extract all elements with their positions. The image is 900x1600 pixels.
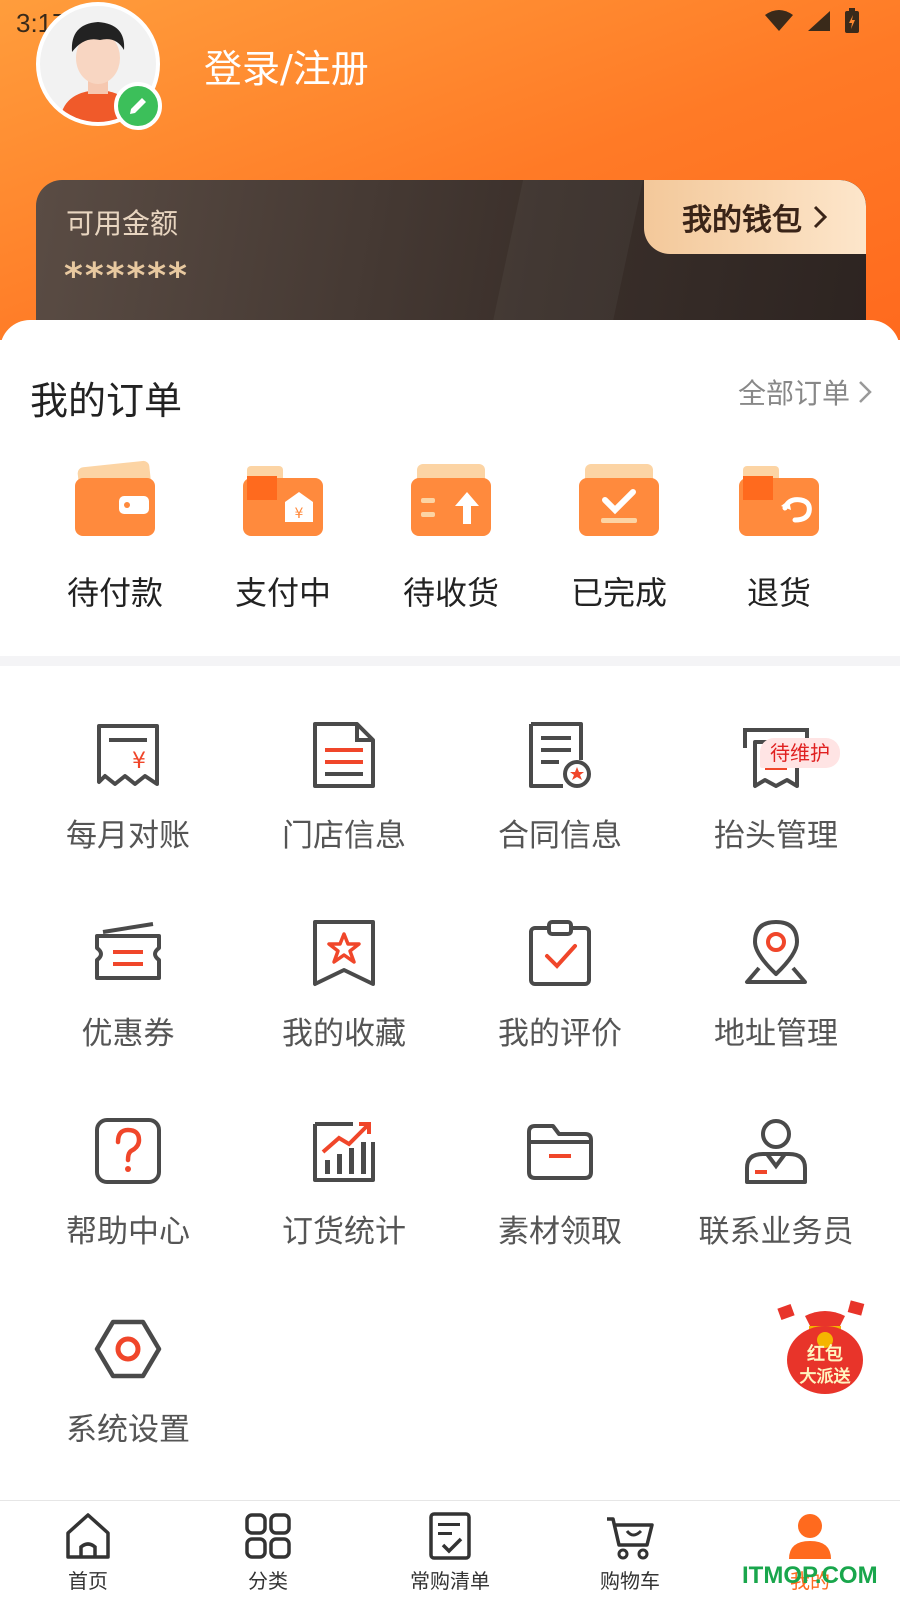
service-label: 订货统计 bbox=[282, 1214, 406, 1250]
order-item-label: 支付中 bbox=[234, 574, 331, 612]
promo-text-line2: 大派送 bbox=[800, 1366, 852, 1387]
payment-folder-icon: ¥ bbox=[243, 466, 323, 536]
material-collection[interactable]: 素材领取 bbox=[452, 1116, 668, 1286]
store-info[interactable]: 门店信息 bbox=[236, 720, 452, 890]
my-reviews[interactable]: 我的评价 bbox=[452, 918, 668, 1088]
receive-icon bbox=[411, 464, 491, 536]
cart-icon bbox=[607, 1517, 654, 1560]
service-label: 抬头管理 bbox=[714, 818, 838, 854]
contract-icon bbox=[529, 722, 591, 788]
favorite-icon bbox=[313, 920, 375, 986]
document-icon bbox=[313, 722, 375, 788]
settings-icon bbox=[94, 1319, 162, 1379]
orders-title: 我的订单 bbox=[30, 379, 183, 423]
coupon-icon bbox=[95, 922, 161, 980]
wallet-decoration bbox=[488, 180, 644, 340]
watermark: ITMOP.COM bbox=[742, 1562, 878, 1589]
order-paying[interactable]: ¥ 支付中 bbox=[198, 460, 368, 614]
order-return[interactable]: 退货 bbox=[694, 460, 864, 614]
service-label: 联系业务员 bbox=[698, 1214, 854, 1250]
service-label: 合同信息 bbox=[498, 818, 622, 854]
wallet-icon bbox=[75, 460, 155, 536]
contract-info[interactable]: 合同信息 bbox=[452, 720, 668, 890]
tab-label: 购物车 bbox=[600, 1569, 660, 1593]
available-balance-label: 可用金额 bbox=[66, 207, 179, 240]
tab-home[interactable]: 首页 bbox=[28, 1511, 148, 1594]
service-label: 系统设置 bbox=[66, 1412, 190, 1448]
coupons[interactable]: 优惠券 bbox=[20, 918, 236, 1088]
receipt-icon: ¥ bbox=[97, 724, 159, 786]
service-label: 帮助中心 bbox=[66, 1214, 190, 1250]
order-completed[interactable]: 已完成 bbox=[534, 460, 704, 614]
all-orders-label: 全部订单 bbox=[737, 377, 850, 410]
service-label: 优惠券 bbox=[81, 1016, 175, 1052]
available-balance-amount: ****** bbox=[64, 256, 189, 297]
user-icon bbox=[789, 1514, 831, 1559]
tab-category[interactable]: 分类 bbox=[208, 1511, 328, 1594]
address-management[interactable]: 地址管理 bbox=[668, 918, 884, 1088]
tab-label: 首页 bbox=[68, 1569, 108, 1593]
stats-icon bbox=[313, 1122, 375, 1182]
my-wallet-button[interactable]: 我的钱包 bbox=[644, 180, 866, 254]
help-center[interactable]: 帮助中心 bbox=[20, 1116, 236, 1286]
folder-icon bbox=[527, 1124, 593, 1180]
list-icon bbox=[429, 1512, 471, 1560]
category-icon bbox=[245, 1513, 291, 1559]
wallet-card: 可用金额 ****** 我的钱包 bbox=[36, 180, 866, 340]
order-statistics[interactable]: 订货统计 bbox=[236, 1116, 452, 1286]
battery-icon bbox=[845, 8, 859, 33]
my-favorites[interactable]: 我的收藏 bbox=[236, 918, 452, 1088]
service-label: 每月对账 bbox=[66, 818, 190, 854]
maintenance-badge: 待维护 bbox=[760, 738, 840, 768]
main-content: 我的订单 全部订单 待付款 ¥ 支付中 待收货 已完成 退货 ¥ 每月对账 门店… bbox=[0, 320, 900, 1500]
chevron-right-icon bbox=[859, 381, 872, 403]
service-label: 素材领取 bbox=[498, 1214, 622, 1250]
order-item-label: 待付款 bbox=[66, 574, 163, 612]
service-label: 地址管理 bbox=[714, 1016, 838, 1052]
promo-text-line1: 红包 bbox=[807, 1343, 843, 1365]
tab-purchase-list[interactable]: 常购清单 bbox=[390, 1511, 510, 1594]
my-wallet-label: 我的钱包 bbox=[682, 203, 802, 238]
review-icon bbox=[529, 920, 591, 986]
service-label: 我的评价 bbox=[498, 1016, 622, 1052]
order-pending-receipt[interactable]: 待收货 bbox=[366, 460, 536, 614]
salesperson-icon bbox=[745, 1119, 807, 1184]
completed-icon bbox=[579, 464, 659, 536]
order-item-label: 退货 bbox=[746, 574, 811, 612]
tab-label: 常购清单 bbox=[410, 1569, 490, 1593]
svg-text:¥: ¥ bbox=[295, 506, 304, 522]
help-icon bbox=[95, 1118, 161, 1184]
order-item-label: 待收货 bbox=[402, 574, 499, 612]
section-divider bbox=[0, 656, 900, 666]
service-label: 我的收藏 bbox=[282, 1016, 406, 1052]
edit-avatar-button[interactable] bbox=[114, 82, 162, 130]
signal-icon bbox=[808, 11, 830, 31]
tab-cart[interactable]: 购物车 bbox=[570, 1511, 690, 1594]
chevron-right-icon bbox=[813, 205, 828, 229]
order-item-label: 已完成 bbox=[570, 574, 667, 612]
contact-salesperson[interactable]: 联系业务员 bbox=[668, 1116, 884, 1286]
all-orders-link[interactable]: 全部订单 bbox=[738, 372, 872, 412]
status-icons bbox=[764, 8, 860, 34]
home-icon bbox=[66, 1513, 110, 1559]
service-label: 门店信息 bbox=[282, 818, 406, 854]
tab-label: 分类 bbox=[248, 1569, 288, 1593]
monthly-statement[interactable]: ¥ 每月对账 bbox=[20, 720, 236, 890]
svg-text:¥: ¥ bbox=[132, 749, 146, 774]
order-status-row: 待付款 ¥ 支付中 待收货 已完成 退货 bbox=[0, 460, 900, 630]
red-packet-promo-button[interactable]: 红包 大派送 bbox=[775, 1298, 875, 1398]
wifi-icon bbox=[765, 10, 793, 31]
location-icon bbox=[745, 920, 807, 984]
system-settings[interactable]: 系统设置 bbox=[20, 1314, 236, 1484]
pencil-icon bbox=[130, 98, 146, 114]
order-pending-payment[interactable]: 待付款 bbox=[30, 460, 200, 614]
return-icon bbox=[739, 466, 819, 536]
login-register-link[interactable]: 登录/注册 bbox=[204, 38, 369, 93]
red-packet-icon: 红包 大派送 bbox=[777, 1300, 865, 1394]
